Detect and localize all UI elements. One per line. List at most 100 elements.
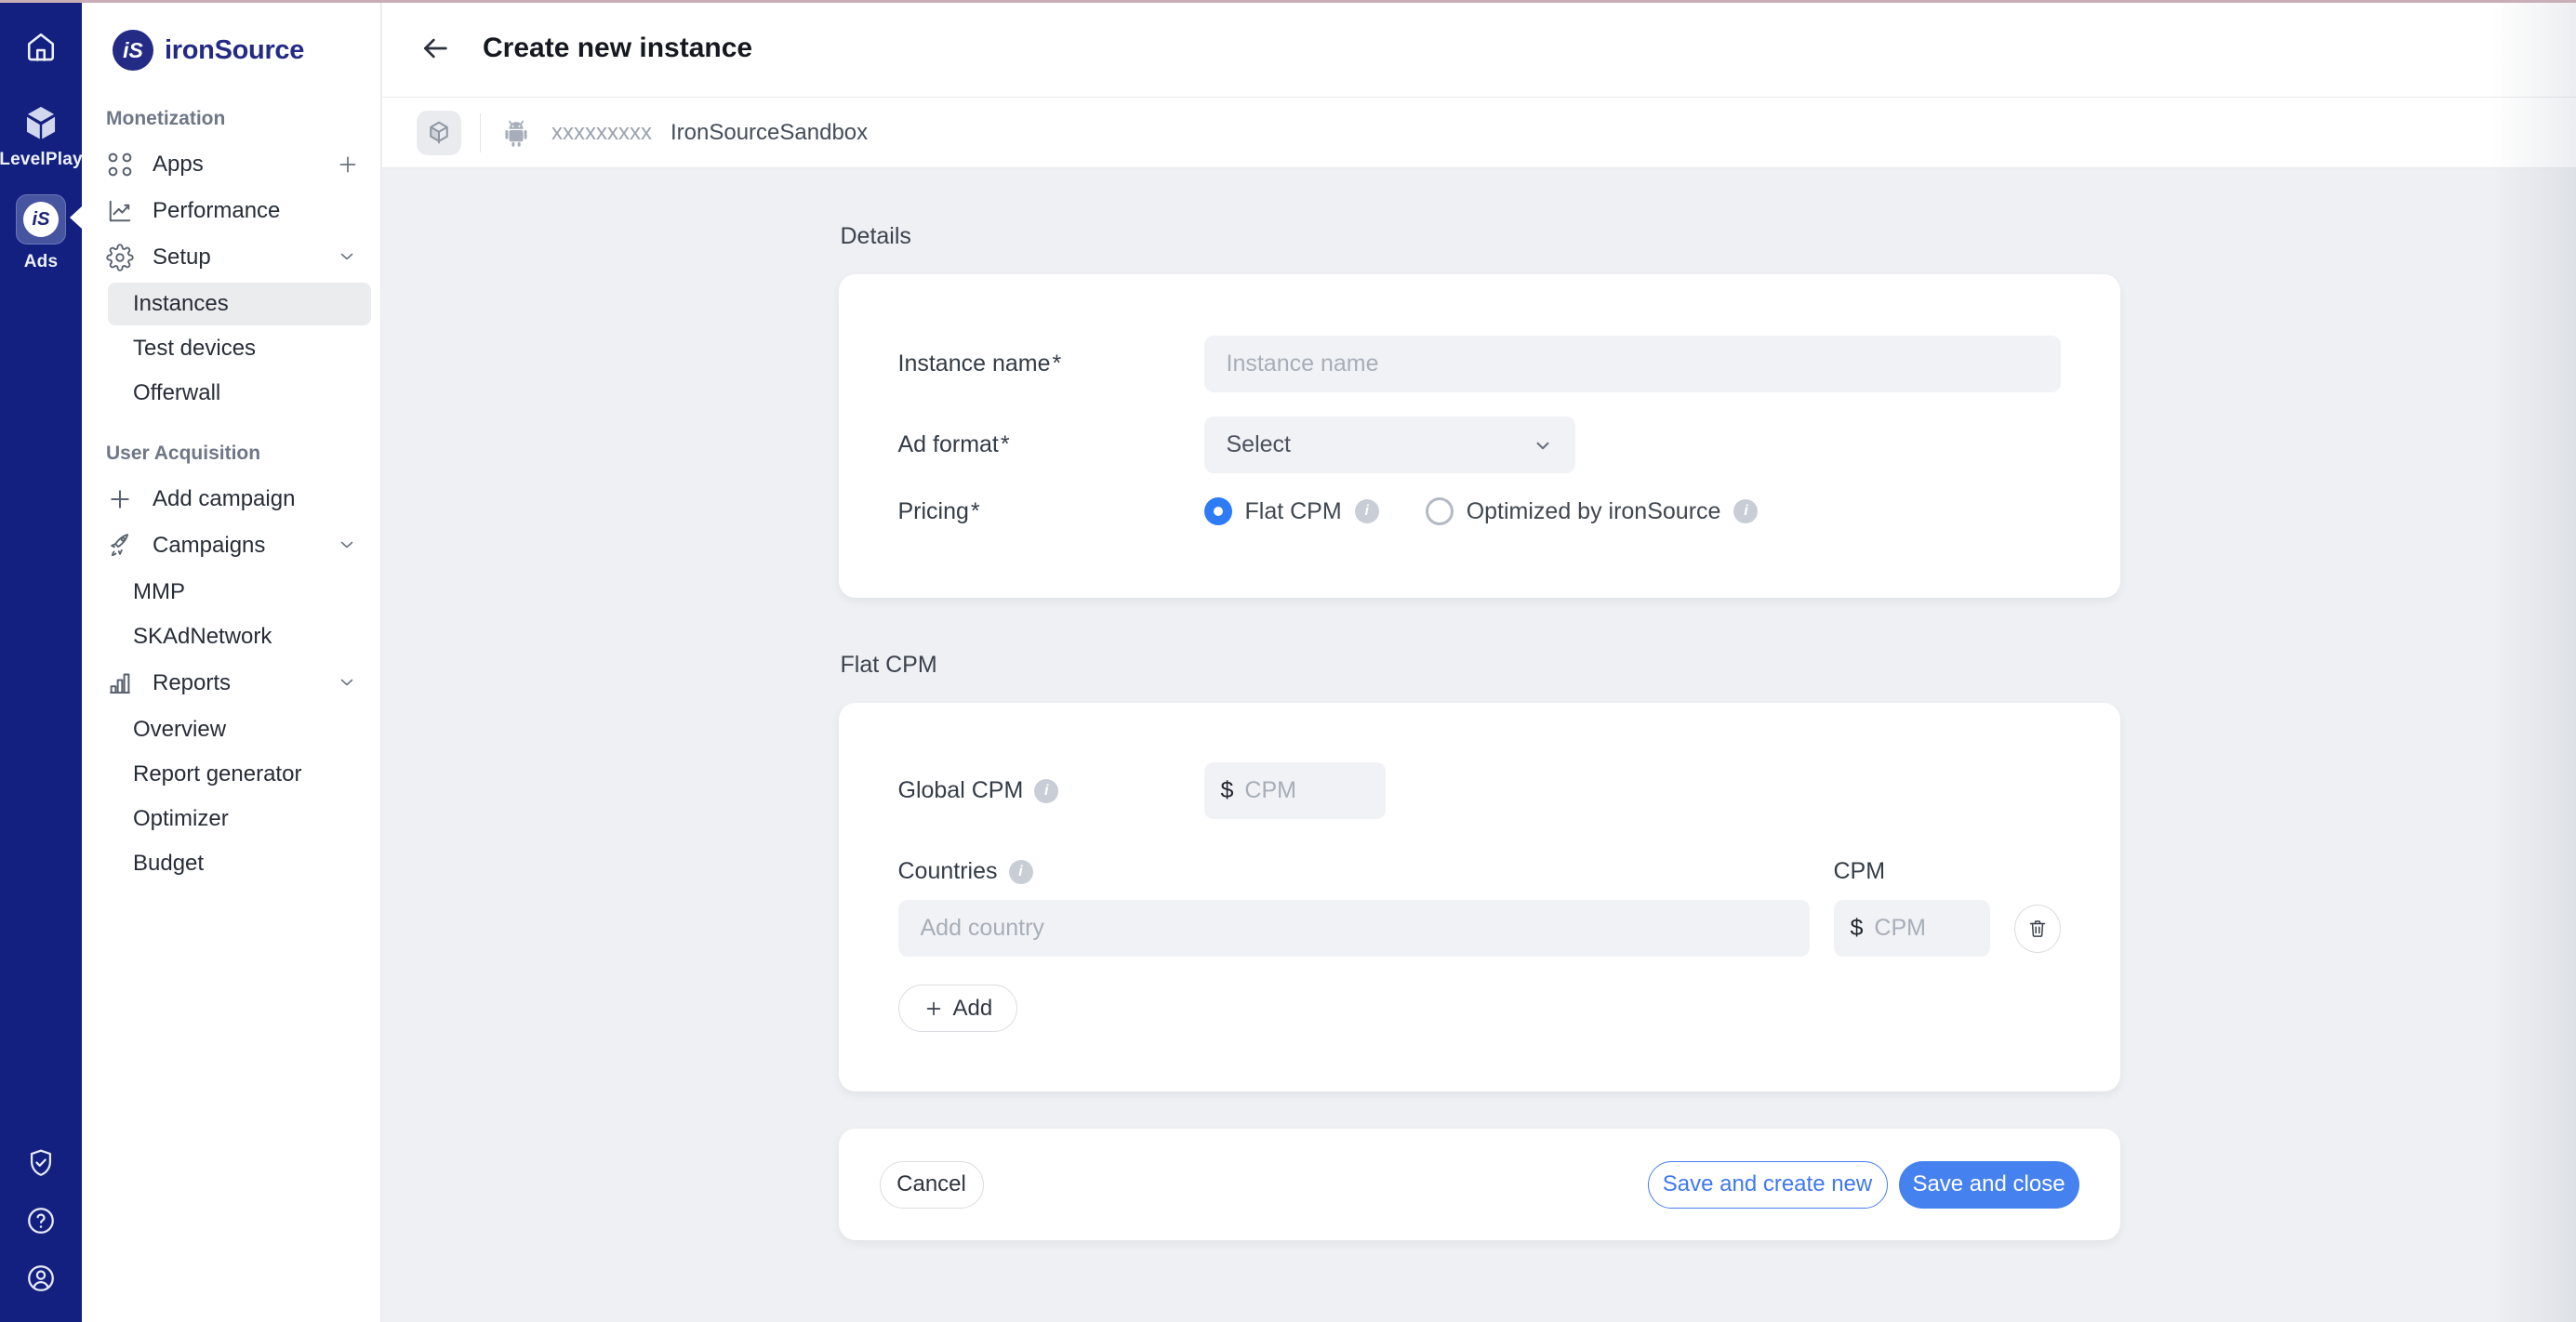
ad-format-label: Ad format*	[898, 431, 1204, 458]
save-and-close-button[interactable]: Save and close	[1899, 1161, 2079, 1209]
sidebar-item-overview[interactable]: Overview	[108, 708, 371, 751]
pricing-option-flat-cpm[interactable]: Flat CPM i	[1204, 497, 1379, 525]
rail-item-privacy[interactable]	[25, 1147, 57, 1179]
form-footer: Cancel Save and create new Save and clos…	[839, 1129, 2120, 1240]
sidebar-item-reports[interactable]: Reports	[82, 660, 380, 707]
sidebar: iS ironSource Monetization Apps Performa…	[82, 0, 381, 1322]
info-icon[interactable]: i	[1733, 499, 1758, 523]
home-icon	[24, 31, 58, 64]
flat-cpm-card: Global CPM i $ Countries i CP	[839, 703, 2120, 1091]
pricing-option-label: Flat CPM	[1245, 498, 1342, 525]
cancel-button[interactable]: Cancel	[880, 1161, 984, 1209]
sidebar-item-label: Setup	[153, 245, 211, 271]
gear-icon	[106, 244, 134, 271]
levelplay-unity-icon	[21, 103, 60, 142]
apps-icon	[106, 151, 134, 178]
country-cpm-row: $	[898, 900, 2061, 957]
create-instance-page: LevelPlay iS Ads iS ironSource Mo	[0, 0, 2576, 1322]
rail-levelplay-label: LevelPlay	[0, 150, 83, 170]
countries-header-row: Countries i CPM	[898, 858, 2061, 885]
app-thumbnail	[417, 111, 461, 155]
sidebar-item-add-campaign[interactable]: Add campaign	[82, 476, 380, 522]
add-button-label: Add	[953, 996, 993, 1022]
global-cpm-input[interactable]: $	[1204, 762, 1386, 819]
section-label-monetization: Monetization	[106, 108, 380, 130]
info-icon[interactable]: i	[1009, 860, 1033, 884]
countries-label: Countries	[898, 858, 998, 885]
delete-row-button[interactable]	[2014, 905, 2061, 953]
sidebar-item-budget[interactable]: Budget	[108, 842, 371, 885]
cube-icon	[425, 119, 453, 147]
performance-icon	[106, 197, 134, 225]
pricing-option-optimized[interactable]: Optimized by ironSource i	[1426, 497, 1759, 525]
info-icon[interactable]: i	[1355, 499, 1379, 523]
rail-ads-label: Ads	[24, 252, 59, 272]
chevron-down-icon	[336, 671, 360, 695]
help-icon	[25, 1205, 57, 1236]
ad-format-select-value: Select	[1227, 431, 1291, 458]
section-label-user-acquisition: User Acquisition	[106, 443, 380, 465]
sidebar-item-label: Reports	[153, 670, 231, 696]
rail-item-account[interactable]	[25, 1263, 57, 1294]
ads-active-tile: iS	[16, 194, 66, 245]
arrow-left-icon	[419, 33, 451, 64]
global-cpm-field[interactable]	[1244, 777, 1368, 804]
rail-item-levelplay[interactable]: LevelPlay	[0, 103, 83, 170]
info-icon[interactable]: i	[1034, 779, 1058, 803]
country-cpm-input[interactable]: $	[1834, 900, 1990, 957]
window-edge-strip	[0, 0, 2576, 3]
sidebar-item-apps[interactable]: Apps	[82, 141, 380, 188]
add-country-row-button[interactable]: Add	[898, 985, 1018, 1032]
form-content: Details Instance name* Ad format* Select	[382, 169, 2576, 1322]
product-rail: LevelPlay iS Ads	[0, 0, 82, 1322]
save-and-create-new-button[interactable]: Save and create new	[1648, 1161, 1888, 1209]
radio-selected-icon[interactable]	[1204, 497, 1232, 525]
rail-item-home[interactable]	[24, 31, 58, 64]
chevron-down-icon	[1531, 433, 1555, 457]
radio-unselected-icon[interactable]	[1426, 497, 1454, 525]
app-name: IronSourceSandbox	[671, 120, 868, 146]
active-rail-notch	[70, 206, 82, 229]
ironsource-logo-icon: iS	[113, 30, 153, 71]
instance-name-label: Instance name*	[898, 350, 1204, 377]
pricing-radio-group: Flat CPM i Optimized by ironSource i	[1204, 497, 1759, 525]
sidebar-item-skadnetwork[interactable]: SKAdNetwork	[108, 615, 371, 658]
user-icon	[25, 1263, 57, 1294]
sidebar-item-mmp[interactable]: MMP	[108, 571, 371, 614]
android-icon	[499, 116, 533, 150]
sidebar-item-label: Campaigns	[153, 533, 265, 559]
sidebar-item-performance[interactable]: Performance	[82, 188, 380, 234]
back-button[interactable]	[419, 32, 453, 65]
bar-chart-icon	[106, 669, 134, 697]
instance-name-input[interactable]	[1204, 336, 2061, 392]
rail-bottom-icons	[25, 1147, 57, 1294]
cpm-column-header: CPM	[1834, 858, 1886, 885]
sidebar-item-campaigns[interactable]: Campaigns	[82, 522, 380, 569]
ironsource-ads-icon: iS	[23, 202, 59, 237]
rail-item-ads[interactable]: iS Ads	[16, 194, 66, 272]
flat-cpm-heading: Flat CPM	[841, 652, 2120, 679]
rail-item-help[interactable]	[25, 1205, 57, 1236]
ironsource-wordmark: ironSource	[165, 35, 304, 66]
ad-format-select[interactable]: Select	[1204, 416, 1575, 473]
sidebar-item-setup[interactable]: Setup	[82, 234, 380, 281]
brand-logo: iS ironSource	[82, 0, 380, 71]
add-app-plus-icon[interactable]	[336, 152, 360, 177]
sidebar-item-offerwall[interactable]: Offerwall	[108, 372, 371, 415]
sidebar-item-report-generator[interactable]: Report generator	[108, 753, 371, 796]
details-heading: Details	[841, 223, 2120, 250]
add-country-input[interactable]	[898, 900, 1810, 957]
sidebar-item-test-devices[interactable]: Test devices	[108, 327, 371, 370]
sidebar-item-optimizer[interactable]: Optimizer	[108, 798, 371, 840]
page-title: Create new instance	[483, 33, 752, 64]
sidebar-item-label: Performance	[153, 198, 280, 224]
sidebar-item-label: Apps	[153, 152, 204, 178]
shield-check-icon	[25, 1147, 57, 1179]
pricing-option-label: Optimized by ironSource	[1467, 498, 1721, 525]
required-mark: *	[1053, 350, 1062, 377]
sidebar-item-instances[interactable]: Instances	[108, 283, 371, 325]
trash-icon	[2026, 918, 2049, 940]
country-cpm-field[interactable]	[1874, 915, 1972, 942]
rocket-icon	[106, 532, 134, 560]
dollar-prefix: $	[1221, 777, 1234, 804]
